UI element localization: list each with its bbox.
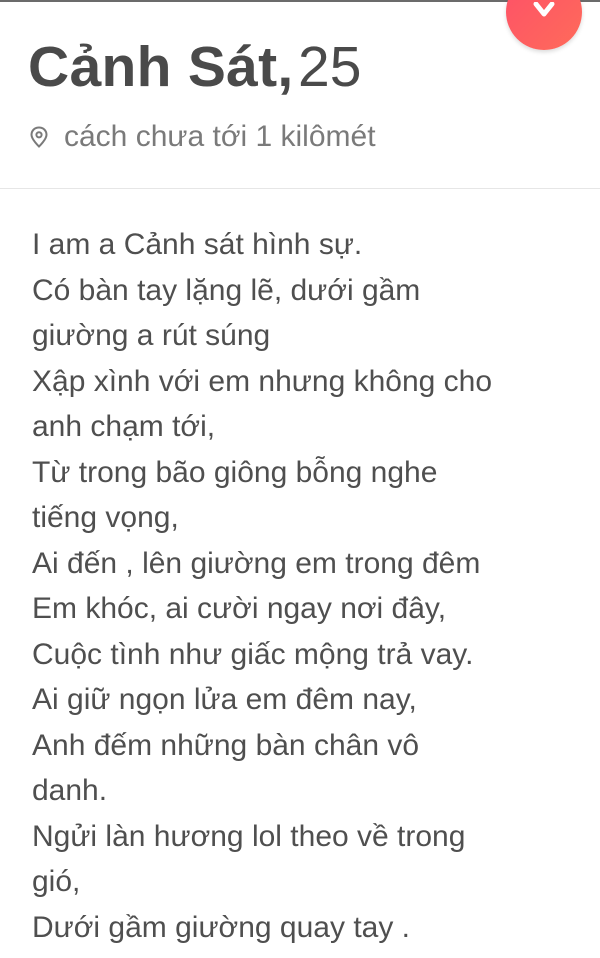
bio-line: Từ trong bão giông bỗng nghe: [32, 455, 438, 489]
section-divider: [0, 188, 600, 189]
bio-line: anh chạm tới,: [32, 410, 216, 443]
bio-line: Xập xình với em nhưng không cho: [32, 364, 493, 398]
profile-age: 25: [298, 35, 362, 99]
bio-line: Ngửi làn hương lol theo về trong: [32, 819, 466, 853]
bio-line: Có bàn tay lặng lẽ, dưới gầm: [32, 273, 421, 307]
bio-line: giường a rút súng: [32, 319, 271, 352]
distance-row: cách chưa tới 1 kilômét: [28, 120, 376, 154]
bio-line: Em khóc, ai cười ngay nơi đây,: [32, 592, 447, 625]
bio-line: gió,: [32, 865, 81, 898]
bio-line: Cuộc tình như giấc mộng trả vay.: [32, 637, 474, 671]
bio-text: I am a Cảnh sát hình sự. Có bàn tay lặng …: [32, 222, 592, 950]
bio-line: danh.: [32, 774, 108, 807]
profile-name: Cảnh Sát,: [28, 35, 294, 99]
bio-line: tiếng vọng,: [32, 501, 179, 534]
bio-line: Dưới gầm giường quay tay .: [32, 910, 411, 944]
bio-line: Ai giữ ngọn lửa em đêm nay,: [32, 683, 417, 716]
distance-text: cách chưa tới 1 kilômét: [64, 120, 376, 153]
bio-line: Ai đến , lên giường em trong đêm: [32, 546, 481, 580]
chevron-down-icon: [533, 2, 555, 17]
collapse-profile-button[interactable]: [506, 0, 582, 50]
bio-line: I am a Cảnh sát hình sự.: [32, 228, 363, 261]
profile-header: Cảnh Sát, 25: [28, 34, 361, 100]
bio-line: Anh đếm những bàn chân vô: [32, 728, 420, 762]
location-pin-icon: [30, 126, 48, 148]
